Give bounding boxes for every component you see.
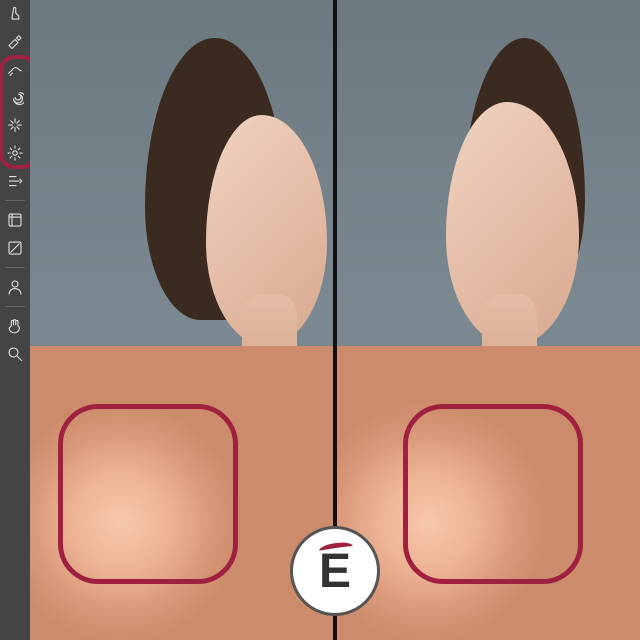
photo-fabric	[337, 346, 640, 640]
freeze-icon	[6, 211, 24, 229]
liquify-toolbar	[0, 0, 30, 640]
toolbar-separator	[5, 200, 25, 201]
photo-fabric	[30, 346, 333, 640]
finger-icon	[6, 4, 24, 22]
after-view	[337, 0, 640, 640]
brush-back-icon	[6, 32, 24, 50]
face-icon	[6, 278, 24, 296]
hand-tool[interactable]	[4, 315, 26, 337]
twirl-tool[interactable]	[4, 86, 26, 108]
smooth-tool[interactable]	[4, 58, 26, 80]
push-left-icon	[6, 172, 24, 190]
push-left-tool[interactable]	[4, 170, 26, 192]
spiral-icon	[6, 88, 24, 106]
toolbar-separator	[5, 267, 25, 268]
pucker-tool[interactable]	[4, 114, 26, 136]
face-tool[interactable]	[4, 276, 26, 298]
forward-warp-tool[interactable]	[4, 2, 26, 24]
before-view	[30, 0, 333, 640]
reconstruct-tool[interactable]	[4, 30, 26, 52]
hand-icon	[6, 317, 24, 335]
toolbar-separator	[5, 306, 25, 307]
liquify-workspace: E	[0, 0, 640, 640]
pucker-icon	[6, 116, 24, 134]
smooth-brush-icon	[6, 60, 24, 78]
thaw-mask-tool[interactable]	[4, 237, 26, 259]
freeze-mask-tool[interactable]	[4, 209, 26, 231]
magnifier-icon	[6, 345, 24, 363]
bloat-icon	[6, 144, 24, 162]
comparison-canvas[interactable]: E	[30, 0, 640, 640]
bloat-tool[interactable]	[4, 142, 26, 164]
zoom-tool[interactable]	[4, 343, 26, 365]
thaw-icon	[6, 239, 24, 257]
